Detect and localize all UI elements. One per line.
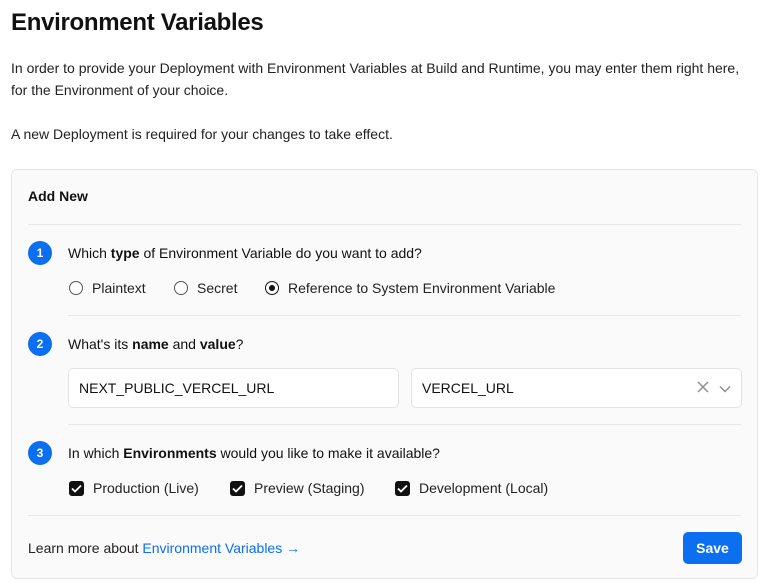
checkmark-icon — [232, 484, 243, 493]
card-title: Add New — [28, 188, 88, 204]
deployment-note: A new Deployment is required for your ch… — [11, 126, 393, 142]
intro-text: In order to provide your Deployment with… — [11, 60, 740, 98]
step-2-badge: 2 — [28, 332, 52, 356]
radio-circle[interactable] — [69, 281, 83, 295]
radio-circle-checked[interactable] — [265, 281, 279, 295]
checkbox-label: Development (Local) — [419, 480, 549, 496]
radio-reference-system-env[interactable]: Reference to System Environment Variable — [265, 280, 555, 296]
learn-more-text: Learn more about Environment Variables → — [28, 540, 301, 556]
clear-icon[interactable] — [697, 380, 709, 396]
divider — [68, 315, 741, 316]
checkbox-development[interactable]: Development (Local) — [395, 480, 548, 496]
divider — [28, 224, 741, 225]
save-button[interactable]: Save — [683, 532, 742, 564]
step-1-badge: 1 — [28, 241, 52, 265]
divider — [28, 515, 741, 516]
checkbox-checked[interactable] — [230, 480, 245, 496]
checkbox-label: Preview (Staging) — [254, 480, 365, 496]
radio-circle[interactable] — [174, 281, 188, 295]
chevron-down-icon[interactable] — [719, 380, 731, 396]
checkbox-production[interactable]: Production (Live) — [69, 480, 199, 496]
checkbox-checked[interactable] — [69, 480, 84, 496]
step-3-question: In which Environments would you like to … — [68, 445, 440, 461]
radio-secret[interactable]: Secret — [174, 280, 237, 296]
variable-value-select[interactable]: VERCEL_URL — [411, 368, 742, 408]
step-3-badge: 3 — [28, 441, 52, 465]
checkmark-icon — [71, 484, 82, 493]
step-1-question: Which type of Environment Variable do yo… — [68, 245, 422, 261]
add-new-card: Add New 1 Which type of Environment Vari… — [11, 169, 758, 579]
step-2-question: What's its name and value? — [68, 336, 244, 352]
radio-label: Secret — [197, 280, 238, 296]
checkbox-preview[interactable]: Preview (Staging) — [230, 480, 365, 496]
divider — [68, 424, 741, 425]
radio-plaintext[interactable]: Plaintext — [69, 280, 146, 296]
radio-label: Plaintext — [92, 280, 146, 296]
select-value: VERCEL_URL — [422, 380, 514, 396]
variable-name-input[interactable]: NEXT_PUBLIC_VERCEL_URL — [68, 368, 399, 408]
checkbox-label: Production (Live) — [93, 480, 199, 496]
checkbox-checked[interactable] — [395, 480, 410, 496]
page-title: Environment Variables — [11, 9, 264, 36]
env-vars-docs-link[interactable]: Environment Variables → — [142, 540, 300, 556]
checkmark-icon — [397, 484, 408, 493]
radio-label: Reference to System Environment Variable — [288, 280, 556, 296]
